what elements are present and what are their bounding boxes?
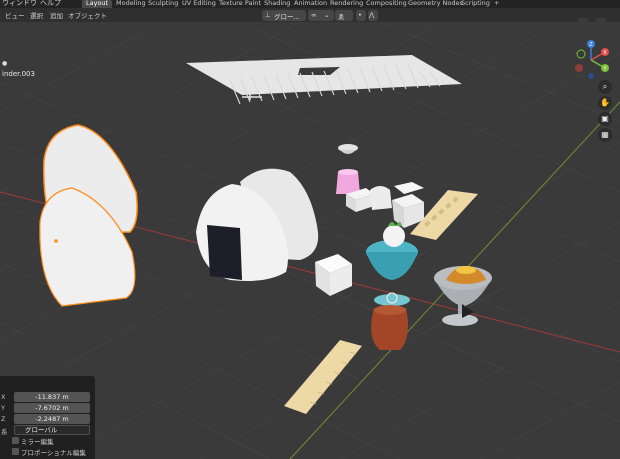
menu-object[interactable]: オブジェクト [68,10,107,20]
location-z-row: Z -2.2487 m [0,414,95,425]
proportional-toggle[interactable]: • [356,10,366,21]
location-y-row: Y -7.6702 m [0,403,95,414]
active-object-name: inder.003 [2,70,35,78]
navigation-gizmo[interactable]: Z X Y [571,40,611,80]
viewport-header: ビュー 選択 追加 オブジェクト ⊥ グロー... ∞ ⌄ ゑ • ⋀ [0,8,620,28]
camera-icon[interactable]: ▣ [598,112,612,126]
tab-uv-editing[interactable]: UV Editing [178,0,220,8]
orientation-select[interactable]: グローバル [14,425,90,435]
cyan-dish-object[interactable] [366,222,418,306]
proportional-edit-checkbox[interactable] [12,448,19,455]
gizmo-x-label: X [603,50,607,56]
location-x-field[interactable]: -11.837 m [14,392,90,402]
tab-scripting[interactable]: Scripting [457,0,494,8]
menu-view[interactable]: ビュー [5,10,25,20]
gizmo-z-label: Z [589,42,593,48]
add-workspace-button[interactable]: + [490,0,503,8]
orientation-value: グロー... [274,13,300,21]
zoom-icon[interactable]: ⌕ [598,80,612,94]
orientation-label: 系 [1,428,8,436]
wood-tray-object-2[interactable] [284,340,362,414]
location-x-row: X -11.837 m [0,392,95,403]
tab-sculpting[interactable]: Sculpting [144,0,182,8]
location-z-label: Z [1,415,6,423]
object-mode-icon: ● [2,60,8,67]
clay-pot-object[interactable] [371,305,408,350]
link-icon: ∞ [311,11,317,19]
grid-icon[interactable]: ▦ [598,128,612,142]
tab-layout[interactable]: Layout [82,0,113,8]
chevron-down-icon: ⌄ [324,11,330,19]
adjust-last-operation-panel: X -11.837 m Y -7.6702 m Z -2.2487 m 系 グロ… [0,376,95,459]
tab-texture-paint[interactable]: Texture Paint [215,0,265,8]
mirror-edit-label: ミラー編集 [21,438,54,446]
onigiri-selected-object[interactable] [39,124,138,307]
top-bar: ウィンドウ ヘルプ Layout Modeling Sculpting UV E… [0,0,620,8]
mirror-edit-checkbox[interactable] [12,437,19,444]
snap-toggle[interactable]: ゑ [335,10,353,21]
proportional-icon: • [358,11,362,19]
orientation-select-value: グローバル [25,426,58,434]
falloff-icon: ⋀ [369,11,375,19]
menu-select[interactable]: 選択 [30,10,43,20]
pivot-dropdown[interactable]: ∞ ⌄ [308,10,334,21]
menu-window[interactable]: ウィンドウ [2,0,37,8]
transform-orientation-dropdown[interactable]: ⊥ グロー... [262,10,306,21]
falloff-dropdown[interactable]: ⋀ [368,10,378,21]
small-cube-object[interactable] [315,254,352,296]
onigiri-nori-object[interactable] [196,168,319,281]
menu-add[interactable]: 追加 [50,10,63,20]
orientation-icon: ⊥ [265,11,271,19]
proportional-edit-label: プロポーショナル編集 [21,449,86,457]
location-z-field[interactable]: -2.2487 m [14,414,90,424]
hand-pan-icon[interactable]: ✋ [598,96,612,110]
grate-plane-object[interactable] [186,55,462,105]
tableware-cluster-object[interactable] [336,144,424,228]
location-y-label: Y [1,404,5,412]
snap-icon: ゑ [338,13,345,21]
orientation-row: 系 グローバル [0,425,95,436]
location-x-label: X [1,393,6,401]
menu-help[interactable]: ヘルプ [40,0,61,8]
location-y-field[interactable]: -7.6702 m [14,403,90,413]
tab-animation[interactable]: Animation [290,0,331,8]
